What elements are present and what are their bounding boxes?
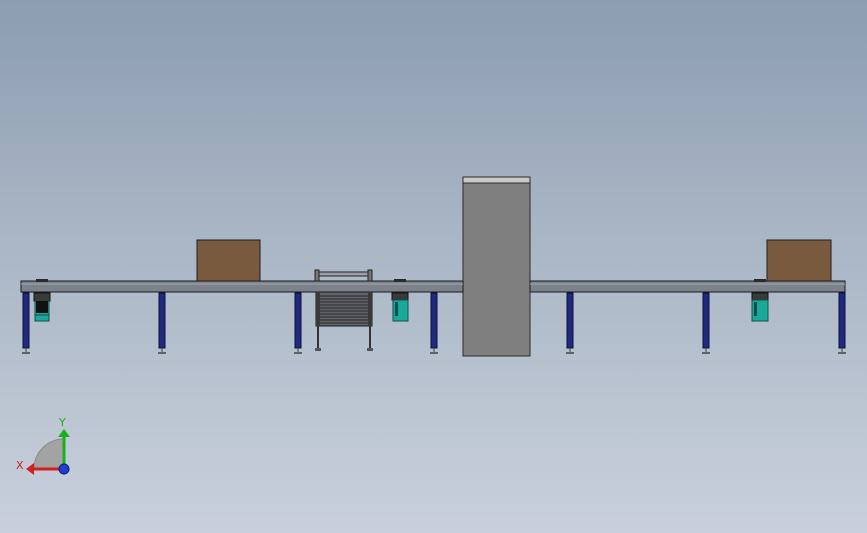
support-leg[interactable] — [22, 292, 30, 354]
cardboard-box-right[interactable] — [766, 239, 832, 282]
coordinate-triad: Y X — [16, 416, 70, 475]
scanner-body — [462, 176, 531, 357]
support-leg[interactable] — [566, 292, 574, 354]
roller-stack — [315, 291, 373, 327]
support-leg[interactable] — [838, 292, 846, 354]
model-view[interactable]: Y X — [0, 0, 867, 533]
cad-graphics-area[interactable]: Y X — [0, 0, 867, 533]
conveyor-left[interactable] — [20, 280, 464, 293]
triad-z-axis — [58, 463, 70, 475]
roller-top-bar — [315, 271, 373, 277]
scanner-tunnel[interactable] — [462, 176, 531, 357]
triad-quarter-disc — [33, 438, 65, 470]
triad-y-label: Y — [58, 416, 66, 429]
triad-x-label: X — [16, 459, 24, 472]
support-leg[interactable] — [430, 292, 438, 354]
support-leg[interactable] — [294, 292, 302, 354]
support-leg[interactable] — [702, 292, 710, 354]
support-legs — [22, 292, 846, 354]
scanner-top-cap — [462, 176, 531, 184]
conveyor-frame-right — [529, 280, 846, 293]
cardboard-box-left[interactable] — [196, 239, 261, 282]
support-leg[interactable] — [158, 292, 166, 354]
conveyor-frame-left — [20, 280, 464, 293]
conveyor-right[interactable] — [529, 280, 846, 293]
